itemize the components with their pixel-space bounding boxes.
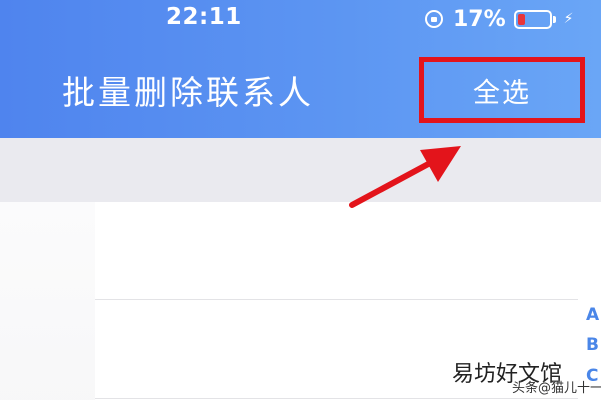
index-letter-b[interactable]: B: [586, 335, 599, 355]
battery-percent: 17%: [453, 6, 506, 32]
select-all-button[interactable]: 全选: [419, 57, 585, 123]
rotation-lock-icon: [425, 10, 443, 28]
battery-tip: [552, 15, 556, 23]
page-title: 批量删除联系人: [62, 73, 314, 112]
status-time: 22:11: [166, 4, 242, 30]
index-letter-a[interactable]: A: [586, 305, 599, 325]
status-icons: 17% ⚡: [425, 6, 574, 32]
watermark-subtext: 头条@猫儿十一: [512, 381, 601, 396]
charging-bolt-icon: ⚡: [563, 11, 574, 27]
battery-icon: [513, 9, 556, 29]
list-left-margin: [0, 202, 95, 400]
list-row-divider: [95, 398, 578, 399]
battery-fill: [517, 13, 525, 25]
nav-header: 22:11 17% ⚡ 批量删除联系人 全选: [0, 0, 601, 138]
list-row-divider: [95, 299, 578, 300]
section-divider: [0, 138, 601, 202]
